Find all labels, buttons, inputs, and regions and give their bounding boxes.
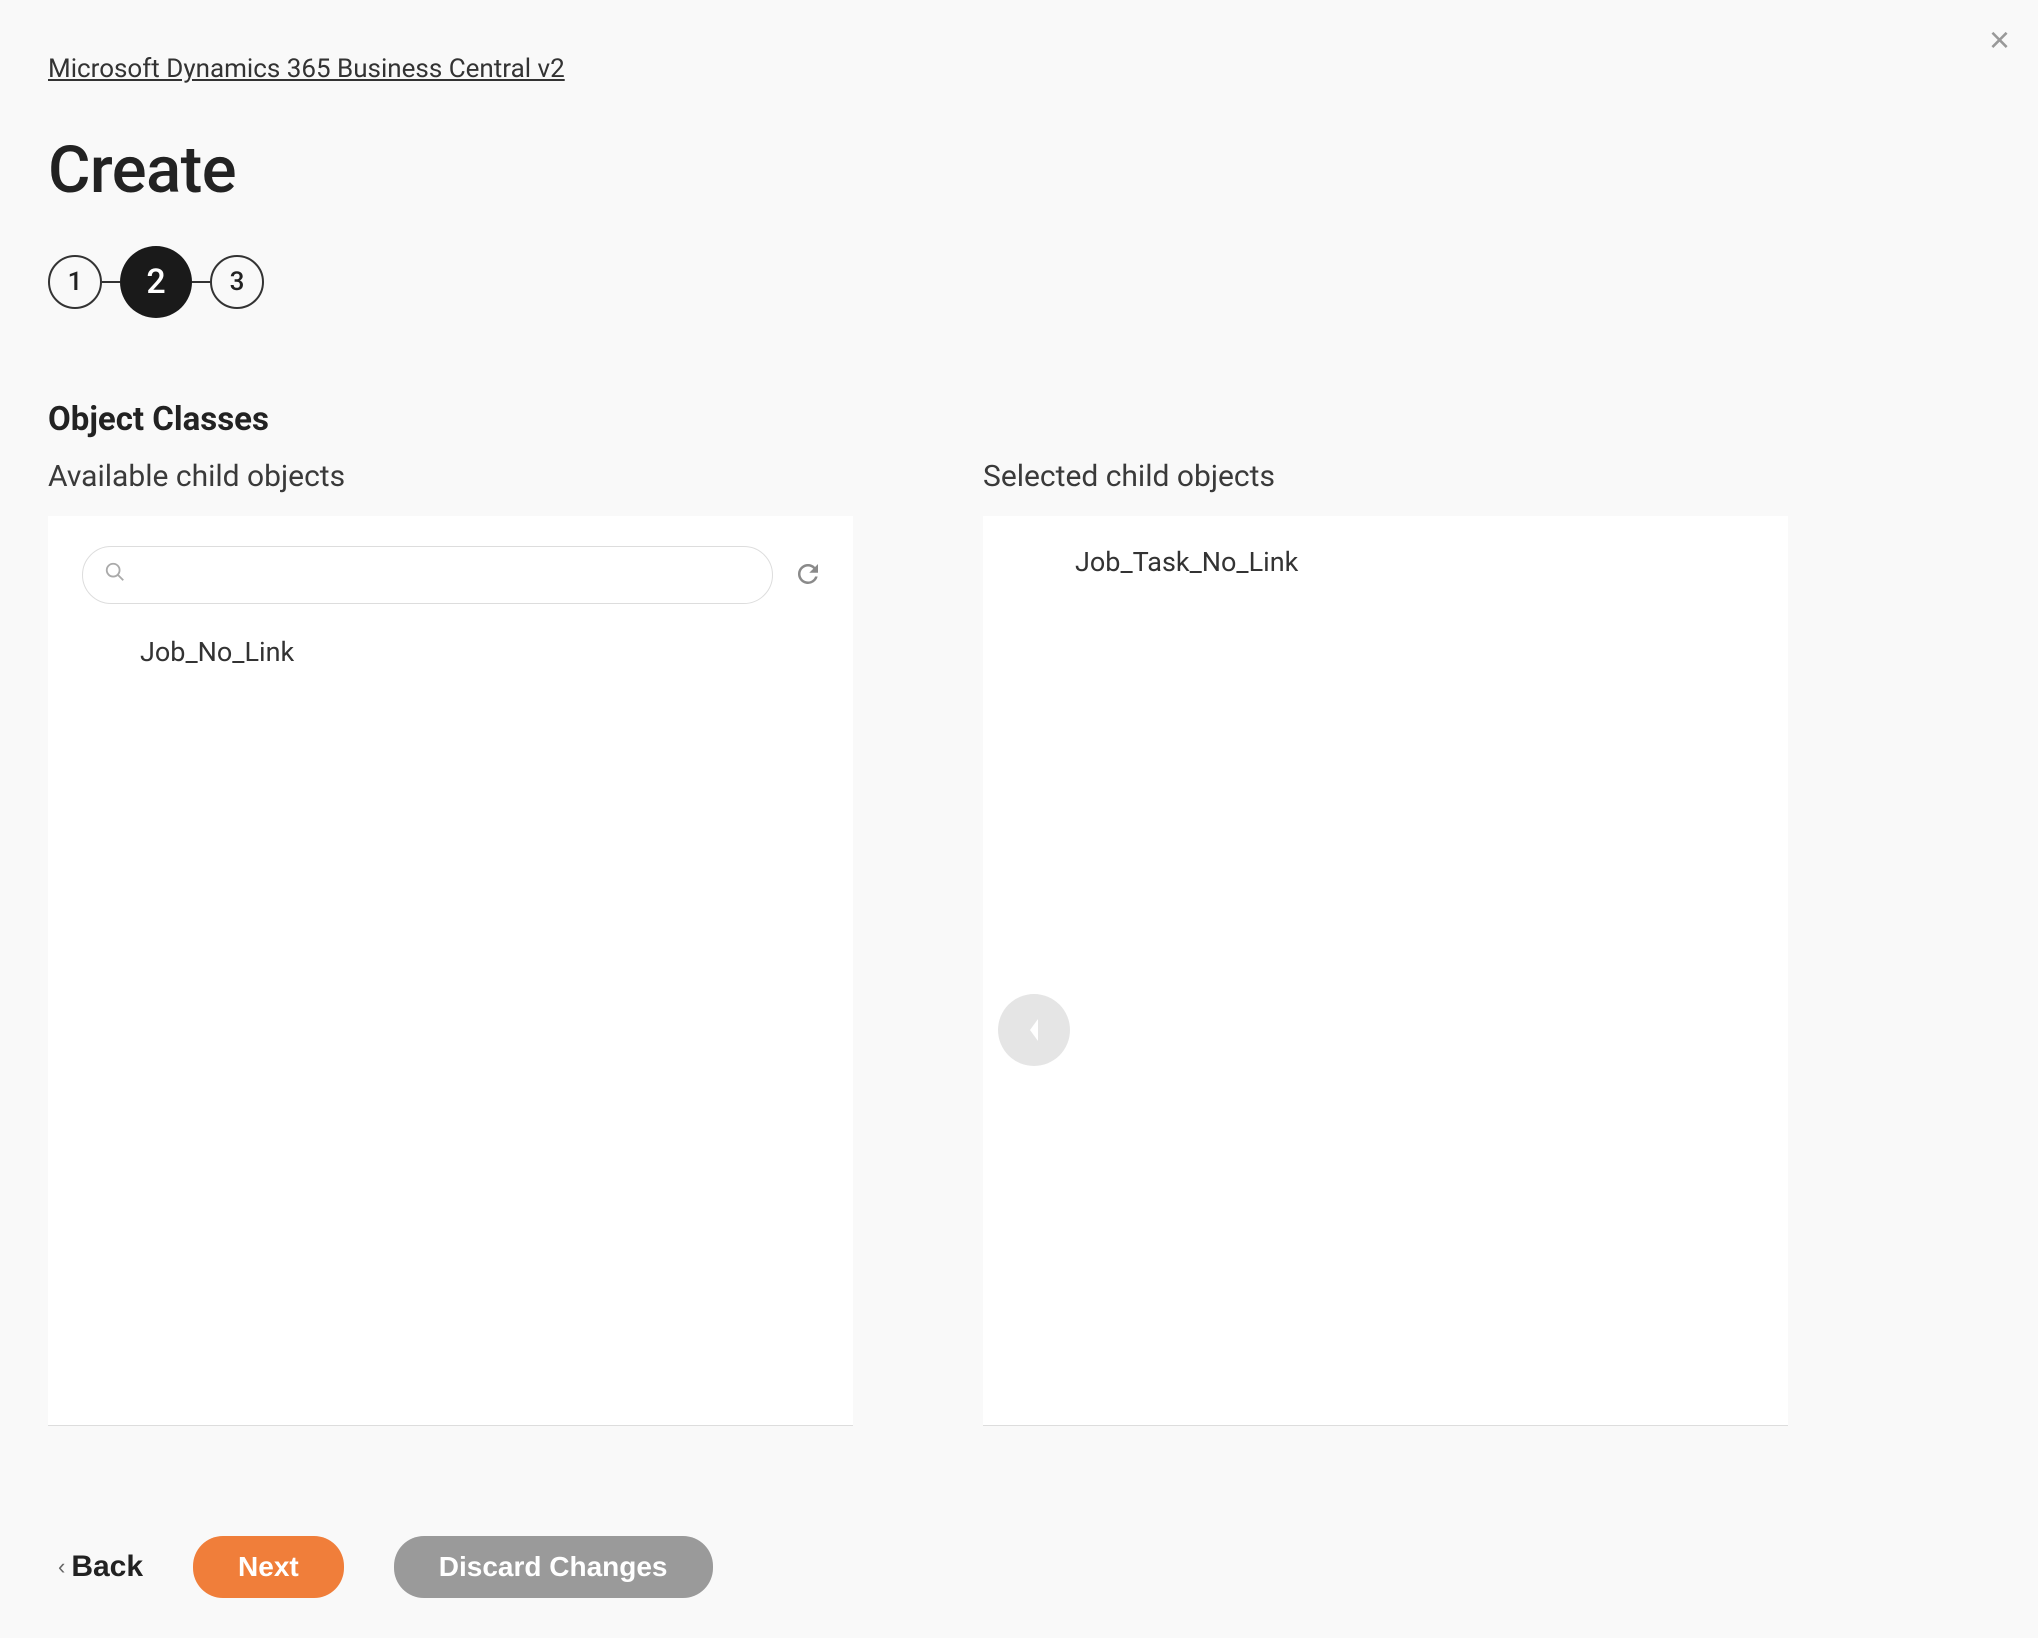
stepper: 1 2 3 (48, 246, 1990, 318)
refresh-icon (793, 559, 823, 589)
selected-column: Selected child objects Job_Task_No_Link (983, 459, 1788, 1426)
step-2[interactable]: 2 (120, 246, 192, 318)
step-1[interactable]: 1 (48, 255, 102, 309)
step-connector (102, 281, 120, 283)
chevron-left-icon (1026, 1017, 1042, 1043)
step-connector (192, 281, 210, 283)
selected-header: Selected child objects (983, 459, 1788, 494)
selected-panel: Job_Task_No_Link (983, 516, 1788, 1426)
next-button[interactable]: Next (193, 1536, 344, 1598)
search-input[interactable] (82, 546, 773, 604)
footer: ‹ Back Next Discard Changes (48, 1536, 1990, 1598)
breadcrumb-link[interactable]: Microsoft Dynamics 365 Business Central … (48, 54, 565, 84)
page-title: Create (48, 132, 1990, 208)
available-column: Available child objects Job_No_Link (48, 459, 853, 1426)
close-button[interactable]: × (1989, 22, 2010, 58)
main-container: Microsoft Dynamics 365 Business Central … (0, 0, 2038, 1638)
step-3[interactable]: 3 (210, 255, 264, 309)
back-label: Back (71, 1550, 143, 1584)
back-button[interactable]: ‹ Back (58, 1550, 143, 1584)
available-item[interactable]: Job_No_Link (48, 616, 853, 688)
available-header: Available child objects (48, 459, 853, 494)
discard-button[interactable]: Discard Changes (394, 1536, 713, 1598)
refresh-button[interactable] (793, 559, 823, 592)
move-left-button[interactable] (998, 994, 1070, 1066)
selected-item[interactable]: Job_Task_No_Link (983, 516, 1788, 598)
search-wrap (82, 546, 773, 604)
chevron-left-icon: ‹ (58, 1554, 65, 1580)
columns: Available child objects Job_No_Link (48, 459, 1990, 1426)
available-panel: Job_No_Link (48, 516, 853, 1426)
available-panel-toolbar (48, 516, 853, 616)
section-title: Object Classes (48, 400, 1990, 439)
